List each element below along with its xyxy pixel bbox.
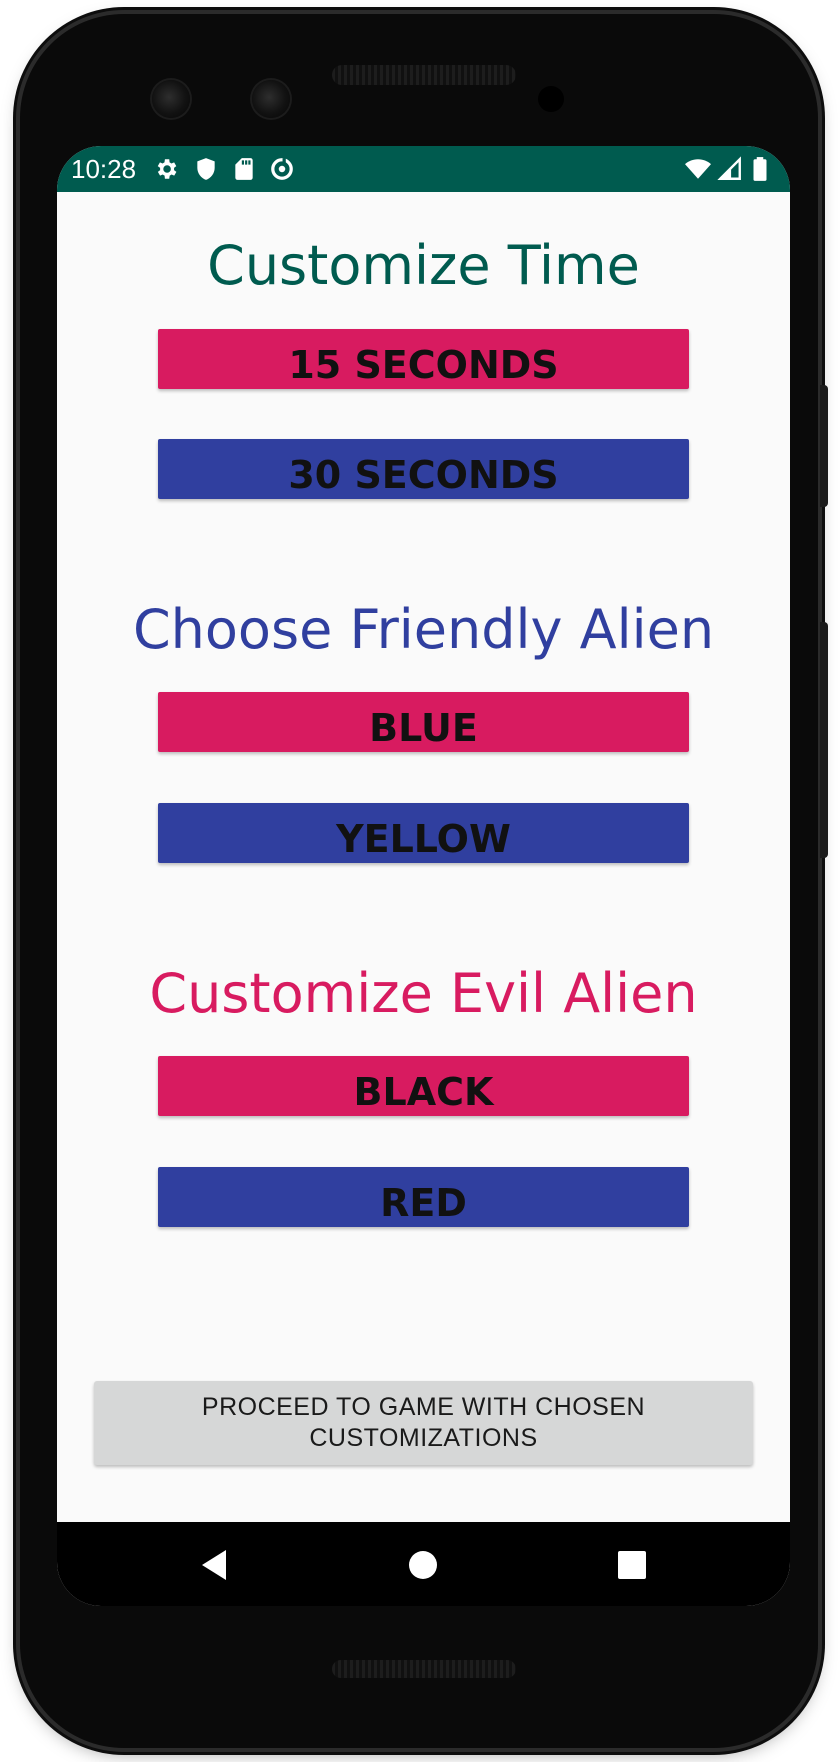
friendly-alien-heading: Choose Friendly Alien [132,598,715,661]
wifi-icon [685,159,711,179]
cellular-signal-icon [717,156,741,180]
proceed-label-line-2: CUSTOMIZATIONS [309,1424,538,1452]
battery-icon [753,157,767,181]
settings-icon [157,159,177,179]
volume-button [820,622,828,858]
front-camera-icon [252,80,290,118]
power-button [820,385,828,507]
sd-card-icon [235,158,253,180]
earpiece-speaker [332,65,516,85]
status-time: 10:28 [71,154,137,184]
red-alien-button[interactable]: RED [158,1167,689,1227]
black-alien-button[interactable]: BLACK [158,1056,689,1116]
front-camera-icon [152,80,190,118]
evil-alien-heading: Customize Evil Alien [149,962,698,1025]
30-seconds-button[interactable]: 30 SECONDS [158,439,689,499]
data-saver-icon [271,158,293,180]
bottom-speaker [332,1660,516,1678]
proximity-sensor [538,86,564,112]
time-heading: Customize Time [207,234,640,297]
recents-icon[interactable] [607,1540,657,1590]
proceed-to-game-button[interactable]: PROCEED TO GAME WITH CHOSEN CUSTOMIZATIO… [94,1381,753,1465]
15-seconds-button[interactable]: 15 SECONDS [158,329,689,389]
customization-screen: Customize Time 15 SECONDS 30 SECONDS Cho… [57,192,790,1522]
yellow-alien-button[interactable]: YELLOW [158,803,689,863]
blue-alien-button[interactable]: BLUE [158,692,689,752]
navigation-bar [57,1522,790,1606]
home-icon[interactable] [398,1540,448,1590]
back-icon[interactable] [191,1540,241,1590]
phone-screen: 10:28 Customize Time 15 SECONDS 30 SECON… [57,146,790,1606]
status-bar: 10:28 [57,146,790,192]
shield-icon [197,158,215,180]
proceed-label-line-1: PROCEED TO GAME WITH CHOSEN [201,1393,646,1421]
